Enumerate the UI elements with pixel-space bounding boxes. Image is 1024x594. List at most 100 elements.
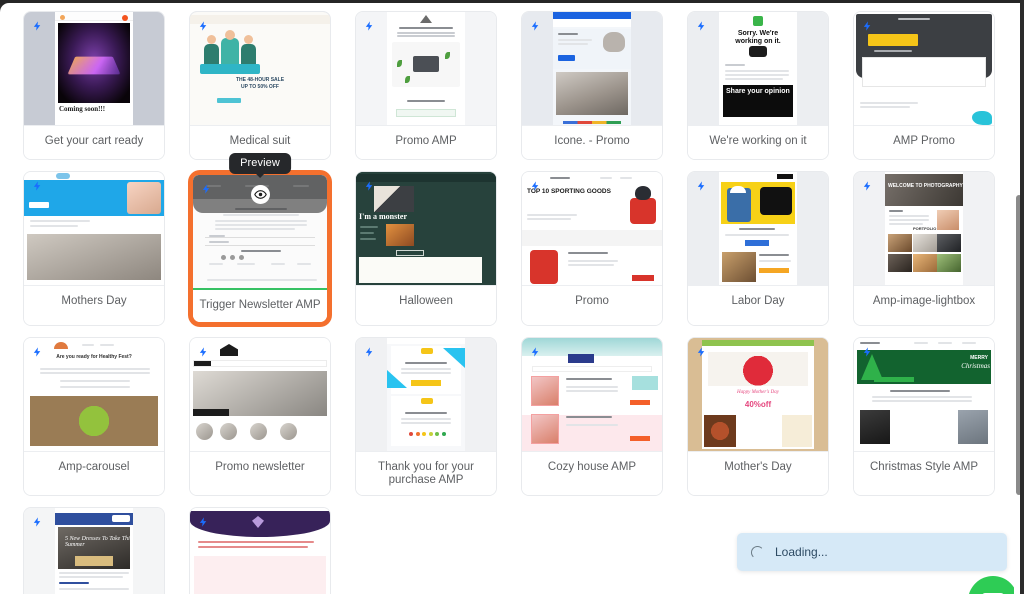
loading-toast: Loading... <box>737 533 1007 571</box>
thumb-headline: 5 New Dresses To Take This Summer <box>65 536 133 548</box>
thumb-headline: I'm a monster <box>359 212 407 221</box>
template-card-label: Promo <box>522 285 662 325</box>
template-card-promo-newsletter[interactable]: Promo newsletter <box>189 337 331 496</box>
template-thumbnail[interactable] <box>356 12 496 125</box>
template-card-promo-amp[interactable]: Promo AMP <box>355 11 497 160</box>
template-card-label: Get your cart ready <box>24 125 164 159</box>
lightning-bolt-icon <box>529 179 541 193</box>
preview-tooltip: Preview <box>229 153 291 174</box>
template-card-label: Icone. - Promo <box>522 125 662 159</box>
template-card-cozy-house-amp[interactable]: Cozy house AMP <box>521 337 663 496</box>
template-card-label: Labor Day <box>688 285 828 325</box>
template-card-label: Mothers Day <box>24 285 164 325</box>
template-thumbnail[interactable]: TOP 10 SPORTING GOODS <box>522 172 662 285</box>
template-card-amp-image-lightbox[interactable]: WELCOME TO PHOTOGRAPHY PORTFOLIO Amp-ima… <box>853 171 995 326</box>
thumb-section-label: PORTFOLIO <box>913 226 937 231</box>
loading-toast-label: Loading... <box>775 545 828 559</box>
lightning-bolt-icon <box>363 345 375 359</box>
gallery-row: Are you ready for Healthy Fest? Amp-caro… <box>23 337 1010 496</box>
lightning-bolt-icon <box>529 345 541 359</box>
template-card-label: Christmas Style AMP <box>854 451 994 495</box>
thumb-text-line-2: working on it. <box>735 38 781 45</box>
lightning-bolt-icon <box>31 345 43 359</box>
lightning-bolt-icon <box>197 345 209 359</box>
template-card-were-working-on-it[interactable]: Sorry. We're working on it. Share your o… <box>687 11 829 160</box>
template-thumbnail[interactable]: I'm a monster <box>356 172 496 285</box>
thumb-headline: WELCOME TO PHOTOGRAPHY <box>888 183 963 189</box>
template-card-medical-suit[interactable]: THE 48-HOUR SALE UP TO 50% OFF Medical s… <box>189 11 331 160</box>
template-thumbnail[interactable]: WELCOME TO PHOTOGRAPHY PORTFOLIO <box>854 172 994 285</box>
template-thumbnail[interactable] <box>356 338 496 451</box>
template-card-trigger-newsletter-amp[interactable]: Preview Trigger Newsletter AMP <box>189 153 331 326</box>
template-card-amp-accordion[interactable]: 5 New Dresses To Take This Summer Amp-ac… <box>23 507 165 594</box>
preview-hover-overlay[interactable] <box>193 175 327 213</box>
lightning-bolt-icon <box>861 19 873 33</box>
template-thumbnail[interactable] <box>190 338 330 451</box>
lightning-bolt-icon <box>695 345 707 359</box>
lightning-bolt-icon <box>197 515 209 529</box>
template-card-label: Thank you for your purchase AMP <box>356 451 496 495</box>
template-thumbnail[interactable]: Happy Mother's Day 40%off <box>688 338 828 451</box>
template-gallery: Coming soon!!! Get your cart ready THE 4… <box>0 3 1010 594</box>
thumb-headline: Are you ready for Healthy Fest? <box>56 354 132 360</box>
lightning-bolt-icon <box>31 515 43 529</box>
thumb-text-line-1: THE 48-HOUR SALE <box>235 77 285 83</box>
template-card-mothers-day[interactable]: Mothers Day <box>23 171 165 326</box>
template-card-label: Mother's Day <box>688 451 828 495</box>
thumb-text-line-2: UP TO 50% OFF <box>241 84 279 90</box>
template-card-label: Amp-carousel <box>24 451 164 495</box>
spinner-icon <box>751 545 764 559</box>
thumb-word-1: MERRY <box>970 355 988 361</box>
lightning-bolt-icon <box>31 179 43 193</box>
lightning-bolt-icon <box>861 345 873 359</box>
gallery-row: Mothers Day Preview Trigger Newsletter A… <box>23 153 1010 326</box>
thumb-banner-text: Share your opinion <box>726 88 790 95</box>
template-thumbnail[interactable]: MERRY Christmas <box>854 338 994 451</box>
template-card-label: Cozy house AMP <box>522 451 662 495</box>
template-thumbnail[interactable] <box>854 12 994 125</box>
template-card-get-your-cart-ready[interactable]: Coming soon!!! Get your cart ready <box>23 11 165 160</box>
template-card-label: Promo AMP <box>356 125 496 159</box>
template-card-label: Halloween <box>356 285 496 325</box>
template-card-icone-promo[interactable]: Icone. - Promo <box>521 11 663 160</box>
template-card-labor-day[interactable]: Labor Day <box>687 171 829 326</box>
lightning-bolt-icon <box>363 19 375 33</box>
lightning-bolt-icon <box>200 182 212 196</box>
lightning-bolt-icon <box>197 19 209 33</box>
lightning-bolt-icon <box>695 179 707 193</box>
template-card-label: We're working on it <box>688 125 828 159</box>
template-thumbnail[interactable]: 5 New Dresses To Take This Summer <box>24 508 164 594</box>
window-right-edge <box>1020 0 1024 594</box>
template-thumbnail[interactable]: Are you ready for Healthy Fest? <box>24 338 164 451</box>
template-card-christmas-style-amp[interactable]: MERRY Christmas Christmas Style AMP <box>853 337 995 496</box>
template-thumbnail[interactable] <box>522 12 662 125</box>
template-thumbnail[interactable] <box>24 172 164 285</box>
app-surface: Coming soon!!! Get your cart ready THE 4… <box>0 3 1021 594</box>
template-card-promo[interactable]: TOP 10 SPORTING GOODS Promo <box>521 171 663 326</box>
lightning-bolt-icon <box>31 19 43 33</box>
eye-icon[interactable] <box>250 184 270 204</box>
template-thumbnail[interactable]: THE 48-HOUR SALE UP TO 50% OFF <box>190 12 330 125</box>
thumb-offer: 40%off <box>744 400 772 409</box>
template-thumbnail[interactable] <box>193 175 327 288</box>
lightning-bolt-icon <box>363 179 375 193</box>
template-card-mothers-day-2[interactable]: Happy Mother's Day 40%off Mother's Day <box>687 337 829 496</box>
template-thumbnail[interactable]: Coming soon!!! <box>24 12 164 125</box>
template-thumbnail[interactable] <box>688 172 828 285</box>
template-card-halloween[interactable]: I'm a monster Halloween <box>355 171 497 326</box>
thumb-word-2: Christmas <box>961 362 990 370</box>
template-card-amp-list[interactable]: Thank you for signing up! Amp-list <box>189 507 331 594</box>
template-thumbnail[interactable]: Sorry. We're working on it. Share your o… <box>688 12 828 125</box>
thumb-text-line-1: Sorry. We're <box>737 30 779 37</box>
template-card-label: Amp-image-lightbox <box>854 285 994 325</box>
template-card-amp-promo[interactable]: AMP Promo <box>853 11 995 160</box>
lightning-bolt-icon <box>695 19 707 33</box>
gallery-row: Coming soon!!! Get your cart ready THE 4… <box>23 11 1010 160</box>
template-card-label: AMP Promo <box>854 125 994 159</box>
template-card-label: Trigger Newsletter AMP <box>193 288 327 322</box>
template-thumbnail[interactable]: Thank you for signing up! <box>190 508 330 594</box>
template-card-thank-you-for-your-purchase-amp[interactable]: Thank you for your purchase AMP <box>355 337 497 496</box>
template-thumbnail[interactable] <box>522 338 662 451</box>
lightning-bolt-icon <box>861 179 873 193</box>
template-card-amp-carousel[interactable]: Are you ready for Healthy Fest? Amp-caro… <box>23 337 165 496</box>
